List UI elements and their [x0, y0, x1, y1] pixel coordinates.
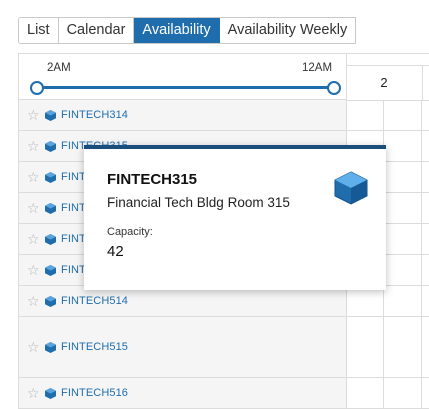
tab-availability[interactable]: Availability [134, 18, 220, 43]
cube-icon [334, 171, 368, 205]
star-icon[interactable]: ☆ [27, 340, 41, 354]
popup-capacity-label: Capacity: [107, 226, 153, 238]
star-icon[interactable]: ☆ [27, 263, 41, 277]
room-link[interactable]: FINTECH516 [61, 387, 128, 399]
tab-availability-weekly[interactable]: Availability Weekly [219, 18, 357, 43]
availability-cell[interactable] [384, 162, 422, 192]
availability-cell[interactable] [346, 100, 384, 130]
star-icon[interactable]: ☆ [27, 170, 41, 184]
room-cell: ☆ FINTECH514 [18, 286, 347, 316]
tab-calendar[interactable]: Calendar [58, 18, 135, 43]
time-slider-header: 2AM 12AM [18, 54, 347, 100]
view-tabs: List Calendar Availability Availability … [18, 17, 357, 44]
room-cell: ☆ FINTECH314 [18, 100, 347, 130]
cube-icon [45, 140, 56, 152]
day-header: 2 [346, 65, 429, 101]
slider-start-label: 2AM [47, 62, 71, 74]
availability-cell[interactable] [384, 378, 422, 408]
slider-start-handle[interactable] [30, 81, 44, 95]
table-row: ☆ FINTECH515 [18, 317, 429, 378]
slider-end-label: 12AM [302, 62, 333, 74]
availability-cell[interactable] [384, 286, 422, 316]
popup-capacity-value: 42 [107, 243, 124, 260]
star-icon[interactable]: ☆ [27, 232, 41, 246]
cube-icon [45, 109, 56, 121]
availability-cell[interactable] [384, 100, 422, 130]
room-link[interactable]: FINTECH514 [61, 295, 128, 307]
time-slider-track[interactable] [36, 86, 335, 89]
tab-list[interactable]: List [19, 18, 59, 43]
table-row: ☆ FINTECH314 [18, 100, 429, 131]
star-icon[interactable]: ☆ [27, 108, 41, 122]
availability-cell[interactable] [346, 378, 384, 408]
star-icon[interactable]: ☆ [27, 294, 41, 308]
popup-room-title: FINTECH315 [107, 171, 198, 188]
cube-icon [45, 387, 56, 399]
slider-end-handle[interactable] [327, 81, 341, 95]
room-link[interactable]: FINTECH515 [61, 341, 128, 353]
star-icon[interactable]: ☆ [27, 201, 41, 215]
cube-icon [45, 233, 56, 245]
room-cell: ☆ FINTECH515 [18, 317, 347, 377]
room-link[interactable]: FINTECH314 [61, 109, 128, 121]
cube-icon [45, 202, 56, 214]
availability-cell[interactable] [384, 224, 422, 254]
cube-icon [45, 264, 56, 276]
day-column-header: 2 [346, 66, 423, 100]
availability-cell[interactable] [384, 317, 422, 377]
table-row: ☆ FINTECH514 [18, 286, 429, 317]
cube-icon [45, 171, 56, 183]
table-row: ☆ FINTECH516 [18, 378, 429, 409]
room-details-popup: FINTECH315 Financial Tech Bldg Room 315 … [84, 145, 386, 290]
availability-cell[interactable] [384, 255, 422, 285]
availability-cell[interactable] [346, 317, 384, 377]
cube-icon [45, 295, 56, 307]
room-cell: ☆ FINTECH516 [18, 378, 347, 408]
star-icon[interactable]: ☆ [27, 386, 41, 400]
popup-room-description: Financial Tech Bldg Room 315 [107, 195, 290, 210]
availability-cell[interactable] [346, 286, 384, 316]
availability-cell[interactable] [384, 131, 422, 161]
cube-icon [45, 341, 56, 353]
availability-cell[interactable] [384, 193, 422, 223]
star-icon[interactable]: ☆ [27, 139, 41, 153]
